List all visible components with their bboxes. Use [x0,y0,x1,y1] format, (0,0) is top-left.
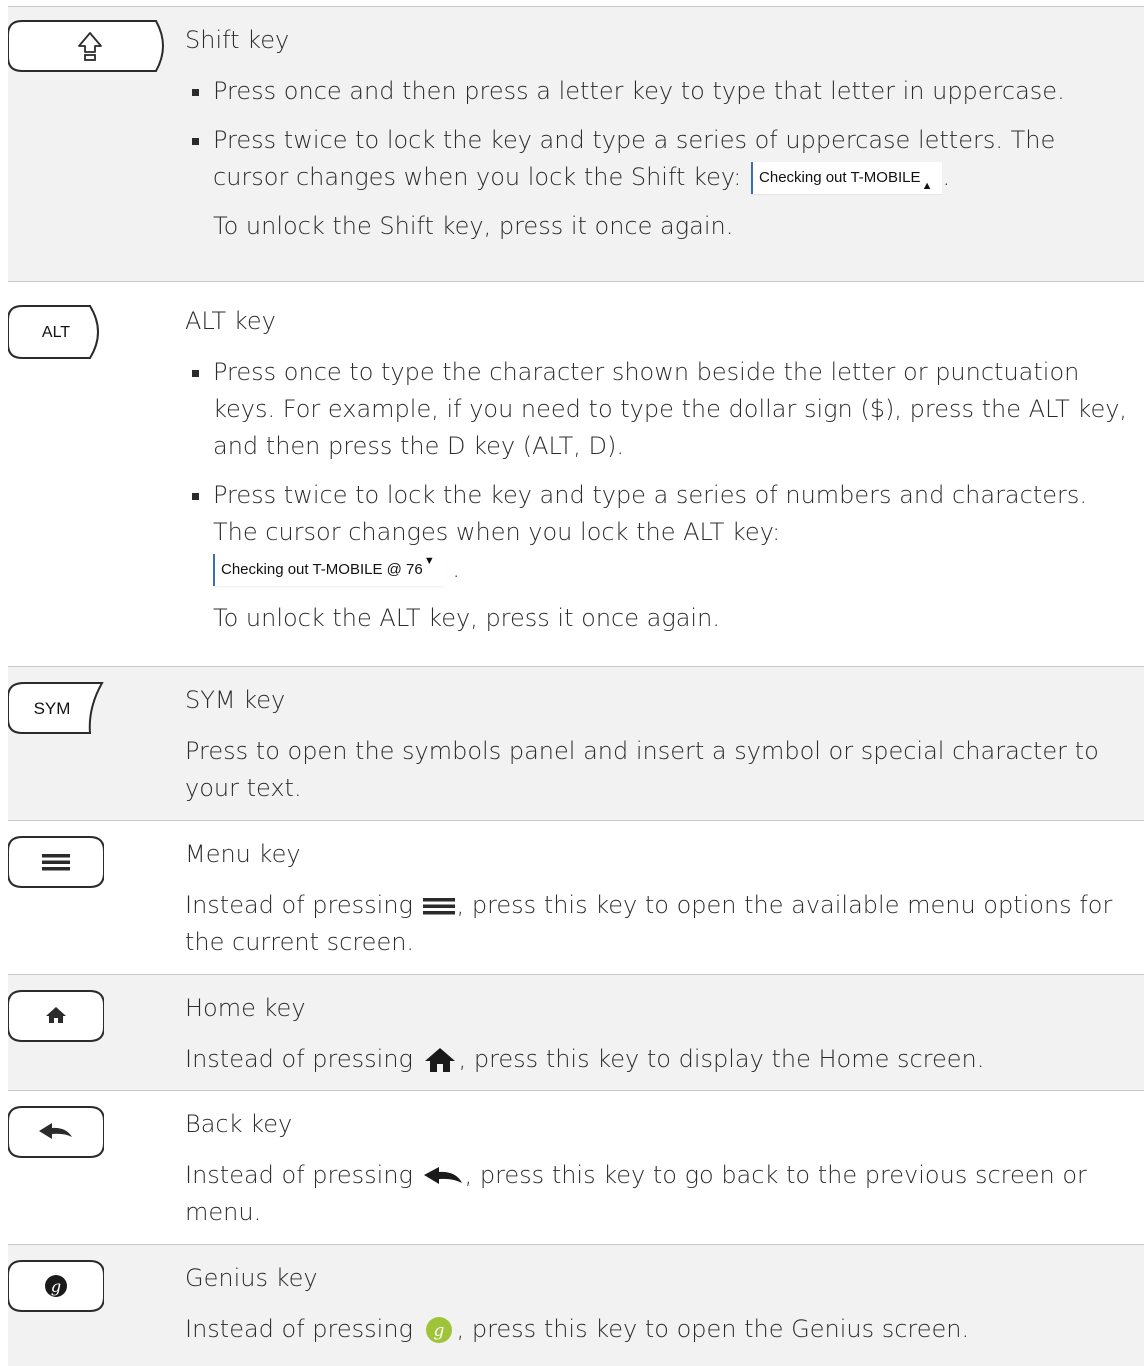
genius-description: Instead of pressing g , press this key t… [185,1315,970,1343]
row-menu-key: Menu key Instead of pressing , press thi… [8,820,1144,974]
list-item: Press twice to lock the key and type a s… [192,477,1136,588]
menu-title: Menu key [185,840,301,868]
genius-keycap: g [8,1259,104,1313]
genius-key-svg: g [8,1260,104,1312]
menu-icon [422,898,455,915]
alt-content: ALT key Press once to type the character… [185,282,1144,637]
shift-lock-cursor-icon: ▲ [921,180,933,192]
list-item: Press once and then press a letter key t… [192,73,1136,110]
sym-title: SYM key [185,686,286,714]
alt-cursor-sample: Checking out T-MOBILE @ 76 ▼ [213,554,445,586]
back-description: Instead of pressing , press this key to … [185,1161,1087,1226]
shift-content: Shift key Press once and then press a le… [185,7,1144,245]
alt-keycap: ALT [8,304,104,360]
shift-arrow-icon [8,20,164,72]
keys-table: Shift key Press once and then press a le… [8,6,1144,1366]
home-content: Home key Instead of pressing , press thi… [185,975,1144,1078]
back-arrow-icon [423,1167,462,1184]
alt-note: To unlock the ALT key, press it once aga… [213,604,720,632]
home-keycap [8,989,104,1043]
alt-title: ALT key [185,307,276,335]
shift-cursor-sample: Checking out T-MOBILE ▲ [751,162,943,194]
sym-key-label: SYM [34,699,71,718]
row-sym-key: SYM SYM key Press to open the symbols pa… [8,666,1144,820]
back-title: Back key [185,1110,293,1138]
home-description: Instead of pressing , press this key to … [185,1045,985,1073]
alt-lock-cursor-icon: ▼ [423,555,435,567]
svg-text:g: g [433,1321,444,1341]
sym-key-icon: SYM [8,682,104,734]
sym-keycap: SYM [8,681,104,735]
row-back-key: Back key Instead of pressing , press thi… [8,1090,1144,1244]
genius-content: Genius key Instead of pressing g , press… [185,1245,1144,1348]
row-alt-key: ALT ALT key Press once to type the chara… [8,281,1144,666]
home-title: Home key [185,994,306,1022]
shift-keycap [8,19,172,73]
sym-description: Press to open the symbols panel and inse… [185,737,1099,802]
list-item: Press twice to lock the key and type a s… [192,122,1136,196]
alt-key-label: ALT [42,324,70,341]
row-genius-key: g Genius key Instead of pressing g , pre… [8,1244,1144,1366]
list-item: Press once to type the character shown b… [192,354,1136,465]
back-keycap [8,1105,104,1159]
menu-description: Instead of pressing , press this key to … [185,891,1113,956]
home-icon [424,1048,455,1072]
alt-bullets: Press once to type the character shown b… [185,354,1136,588]
menu-key-svg [8,836,104,888]
genius-icon: g [425,1317,452,1343]
shift-title: Shift key [185,26,290,54]
back-content: Back key Instead of pressing , press thi… [185,1091,1144,1231]
sym-content: SYM key Press to open the symbols panel … [185,667,1144,807]
svg-text:g: g [51,1277,61,1296]
menu-content: Menu key Instead of pressing , press thi… [185,821,1144,961]
alt-key-icon: ALT [8,305,99,359]
home-key-svg [8,990,104,1042]
shift-note: To unlock the Shift key, press it once a… [213,212,734,240]
row-shift-key: Shift key Press once and then press a le… [8,6,1144,281]
genius-title: Genius key [185,1264,318,1292]
row-home-key: Home key Instead of pressing , press thi… [8,974,1144,1090]
back-key-svg [8,1106,104,1158]
menu-keycap [8,835,104,889]
shift-bullets: Press once and then press a letter key t… [185,73,1136,196]
